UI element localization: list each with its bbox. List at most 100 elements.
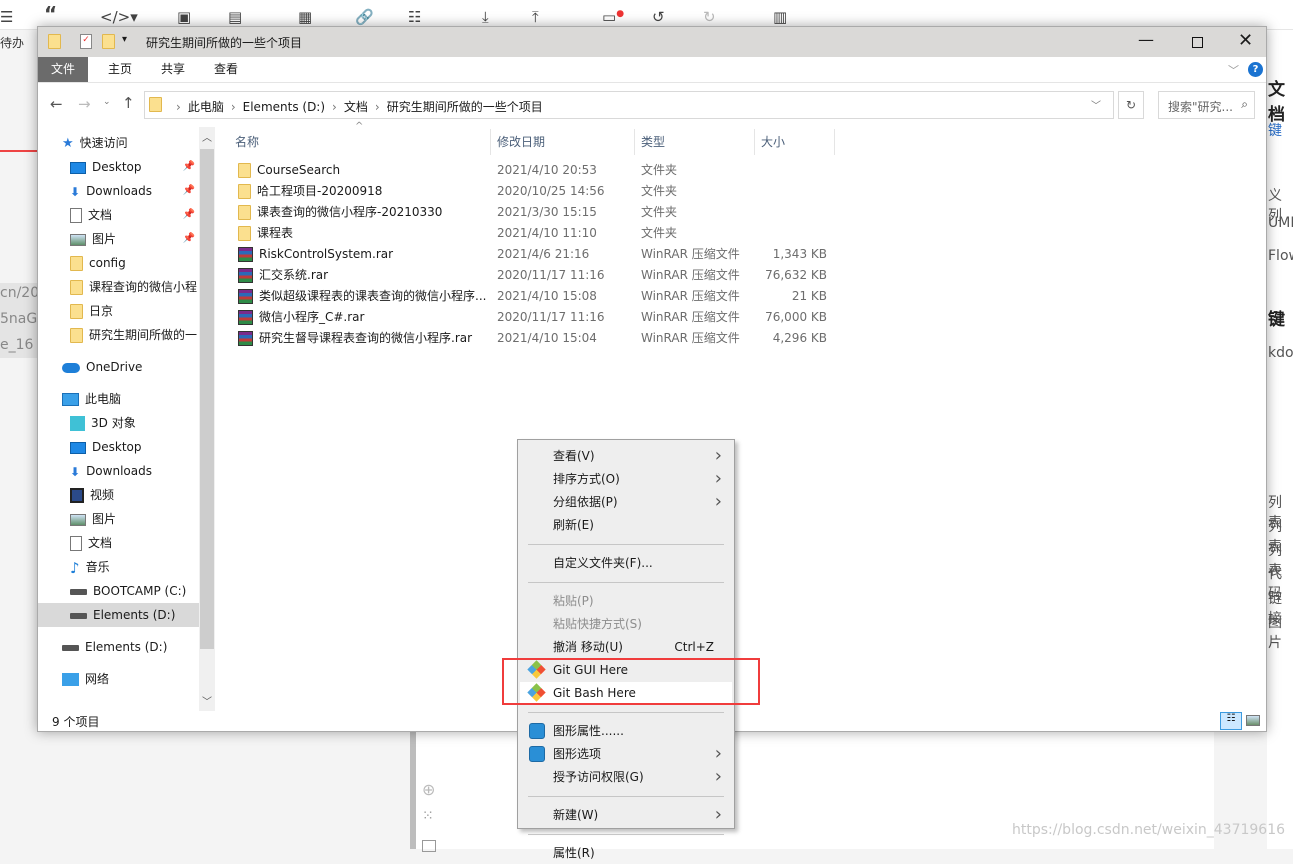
expand-ribbon-icon[interactable]: ﹀: [1228, 62, 1239, 78]
export-icon[interactable]: ⤒: [532, 8, 539, 26]
nav-item[interactable]: ♪ 音乐: [38, 555, 199, 579]
video-icon[interactable]: ▤: [228, 8, 242, 26]
list-icon[interactable]: ☷: [408, 8, 421, 26]
file-row[interactable]: RiskControlSystem.rar 2021/4/6 21:16 WinRA…: [236, 244, 836, 265]
nav-item[interactable]: Elements (D:): [38, 603, 199, 627]
forward-button[interactable]: →: [78, 95, 91, 113]
menu-item[interactable]: 授予访问权限(G) ›: [520, 766, 732, 788]
pin-icon[interactable]: 📌: [183, 227, 195, 251]
nav-item[interactable]: config: [38, 251, 199, 275]
file-row[interactable]: 课程表 2021/4/10 11:10 文件夹: [236, 223, 836, 244]
menu-item[interactable]: 粘贴快捷方式(S): [520, 613, 732, 635]
nav-item[interactable]: ⬇ Downloads: [38, 459, 199, 483]
image-icon[interactable]: ▣: [177, 8, 191, 26]
file-row[interactable]: 哈工程项目-20200918 2020/10/25 14:56 文件夹: [236, 181, 836, 202]
column-header[interactable]: 修改日期: [491, 129, 635, 155]
recent-locations-button[interactable]: ⌄: [103, 97, 111, 107]
tab-file[interactable]: 文件: [38, 57, 89, 82]
details-view-button[interactable]: ☷: [1220, 712, 1242, 730]
breadcrumb-item[interactable]: Elements (D:): [243, 100, 325, 114]
nav-item[interactable]: 3D 对象: [38, 411, 199, 435]
tab-share[interactable]: 共享: [148, 57, 198, 82]
menu-item[interactable]: 查看(V) ›: [520, 445, 732, 467]
search-input[interactable]: 搜索"研究... ⌕: [1158, 91, 1255, 119]
menu-item[interactable]: 刷新(E): [520, 514, 732, 536]
layout-icon[interactable]: ▥: [773, 8, 787, 26]
nav-item[interactable]: Elements (D:): [38, 635, 199, 659]
tab-home[interactable]: 主页: [95, 57, 145, 82]
nav-item[interactable]: 图片 📌: [38, 227, 199, 251]
import-icon[interactable]: ⤓: [482, 8, 489, 26]
nav-item[interactable]: 文档: [38, 531, 199, 555]
nav-item[interactable]: BOOTCAMP (C:): [38, 579, 199, 603]
tab-view[interactable]: 查看: [201, 57, 251, 82]
checkbox-icon[interactable]: [422, 840, 436, 852]
nav-item[interactable]: 网络: [38, 667, 199, 691]
menu-item[interactable]: 属性(R): [520, 842, 732, 864]
refresh-button[interactable]: ↻: [1118, 91, 1144, 119]
pin-icon[interactable]: 📌: [183, 179, 195, 203]
nav-scrollbar[interactable]: ︿ ﹀: [199, 127, 215, 711]
nav-item[interactable]: 图片: [38, 507, 199, 531]
nav-item[interactable]: Desktop 📌: [38, 155, 199, 179]
save-icon[interactable]: ▭●: [602, 8, 624, 26]
link-icon[interactable]: 🔗: [355, 8, 374, 26]
new-folder-icon[interactable]: [102, 34, 115, 49]
maximize-button[interactable]: [1192, 37, 1203, 48]
file-row[interactable]: CourseSearch 2021/4/10 20:53 文件夹: [236, 160, 836, 181]
breadcrumb-item[interactable]: 研究生期间所做的一些个项目: [387, 100, 543, 114]
table-icon[interactable]: ▦: [298, 8, 312, 26]
help-icon[interactable]: ?: [1248, 62, 1263, 77]
nav-item[interactable]: ★ 快速访问: [38, 131, 199, 155]
nav-item[interactable]: ⬇ Downloads 📌: [38, 179, 199, 203]
file-row[interactable]: 研究生督导课程表查询的微信小程序.rar 2021/4/10 15:04 WinRA…: [236, 328, 836, 349]
customize-quick-access-icon[interactable]: ▾: [122, 34, 127, 45]
undo-icon[interactable]: ↺: [652, 8, 665, 26]
breadcrumb-item[interactable]: 此电脑: [188, 100, 224, 114]
nav-item[interactable]: 视频: [38, 483, 199, 507]
nav-item[interactable]: Desktop: [38, 435, 199, 459]
menu-item[interactable]: 新建(W) ›: [520, 804, 732, 826]
redo-icon[interactable]: ↻: [703, 8, 716, 26]
nav-item[interactable]: 此电脑: [38, 387, 199, 411]
pin-icon[interactable]: 📌: [183, 203, 195, 227]
breadcrumb-item[interactable]: 文档: [344, 100, 368, 114]
menu-item[interactable]: 图形属性......: [520, 720, 732, 742]
menu-item[interactable]: 排序方式(O) ›: [520, 468, 732, 490]
pin-icon[interactable]: 📌: [183, 155, 195, 179]
file-row[interactable]: 类似超级课程表的课表查询的微信小程序... 2021/4/10 15:08 WinR…: [236, 286, 836, 307]
properties-icon[interactable]: ✓: [80, 34, 92, 49]
close-button[interactable]: ✕: [1238, 30, 1253, 51]
address-bar[interactable]: › 此电脑 › Elements (D:) › 文档 › 研究生期间所做的一些个项目 ﹀: [144, 91, 1114, 119]
back-button[interactable]: ←: [50, 95, 63, 113]
menu-icon[interactable]: ☰: [0, 8, 13, 26]
nav-item[interactable]: 课程查询的微信小程: [38, 275, 199, 299]
scroll-down-icon[interactable]: ﹀: [202, 693, 212, 708]
column-header[interactable]: 名称: [229, 129, 491, 155]
menu-item[interactable]: 图形选项 ›: [520, 743, 732, 765]
file-row[interactable]: 微信小程序_C#.rar 2020/11/17 11:16 WinRAR 压缩文件 7…: [236, 307, 836, 328]
nav-item[interactable]: OneDrive: [38, 355, 199, 379]
menu-item[interactable]: 粘贴(P): [520, 590, 732, 612]
up-button[interactable]: ↑: [122, 94, 135, 112]
file-row[interactable]: 汇交系统.rar 2020/11/17 11:16 WinRAR 压缩文件 76,63…: [236, 265, 836, 286]
minimize-button[interactable]: —: [1138, 30, 1154, 49]
column-header[interactable]: 大小: [755, 129, 835, 155]
menu-item[interactable]: 分组依据(P) ›: [520, 491, 732, 513]
expand-icon[interactable]: ⁙: [422, 808, 434, 824]
menu-item[interactable]: 撤消 移动(U) Ctrl+Z: [520, 636, 732, 658]
menu-item[interactable]: 自定义文件夹(F)...: [520, 552, 732, 574]
column-header[interactable]: 类型: [635, 129, 755, 155]
file-row[interactable]: 课表查询的微信小程序-20210330 2021/3/30 15:15 文件夹: [236, 202, 836, 223]
quote-icon[interactable]: “: [44, 2, 57, 26]
large-icons-view-button[interactable]: [1246, 715, 1260, 726]
scroll-up-icon[interactable]: ︿: [202, 129, 212, 144]
scroll-thumb[interactable]: [200, 149, 214, 649]
target-icon[interactable]: ⊕: [422, 780, 435, 799]
code-icon[interactable]: </>▾: [100, 8, 138, 26]
nav-item[interactable]: 文档 📌: [38, 203, 199, 227]
address-dropdown-icon[interactable]: ﹀: [1091, 97, 1101, 112]
background-url-box: cn/20 5naG e_16: [0, 283, 39, 358]
nav-item[interactable]: 研究生期间所做的一: [38, 323, 199, 347]
nav-item[interactable]: 日京: [38, 299, 199, 323]
